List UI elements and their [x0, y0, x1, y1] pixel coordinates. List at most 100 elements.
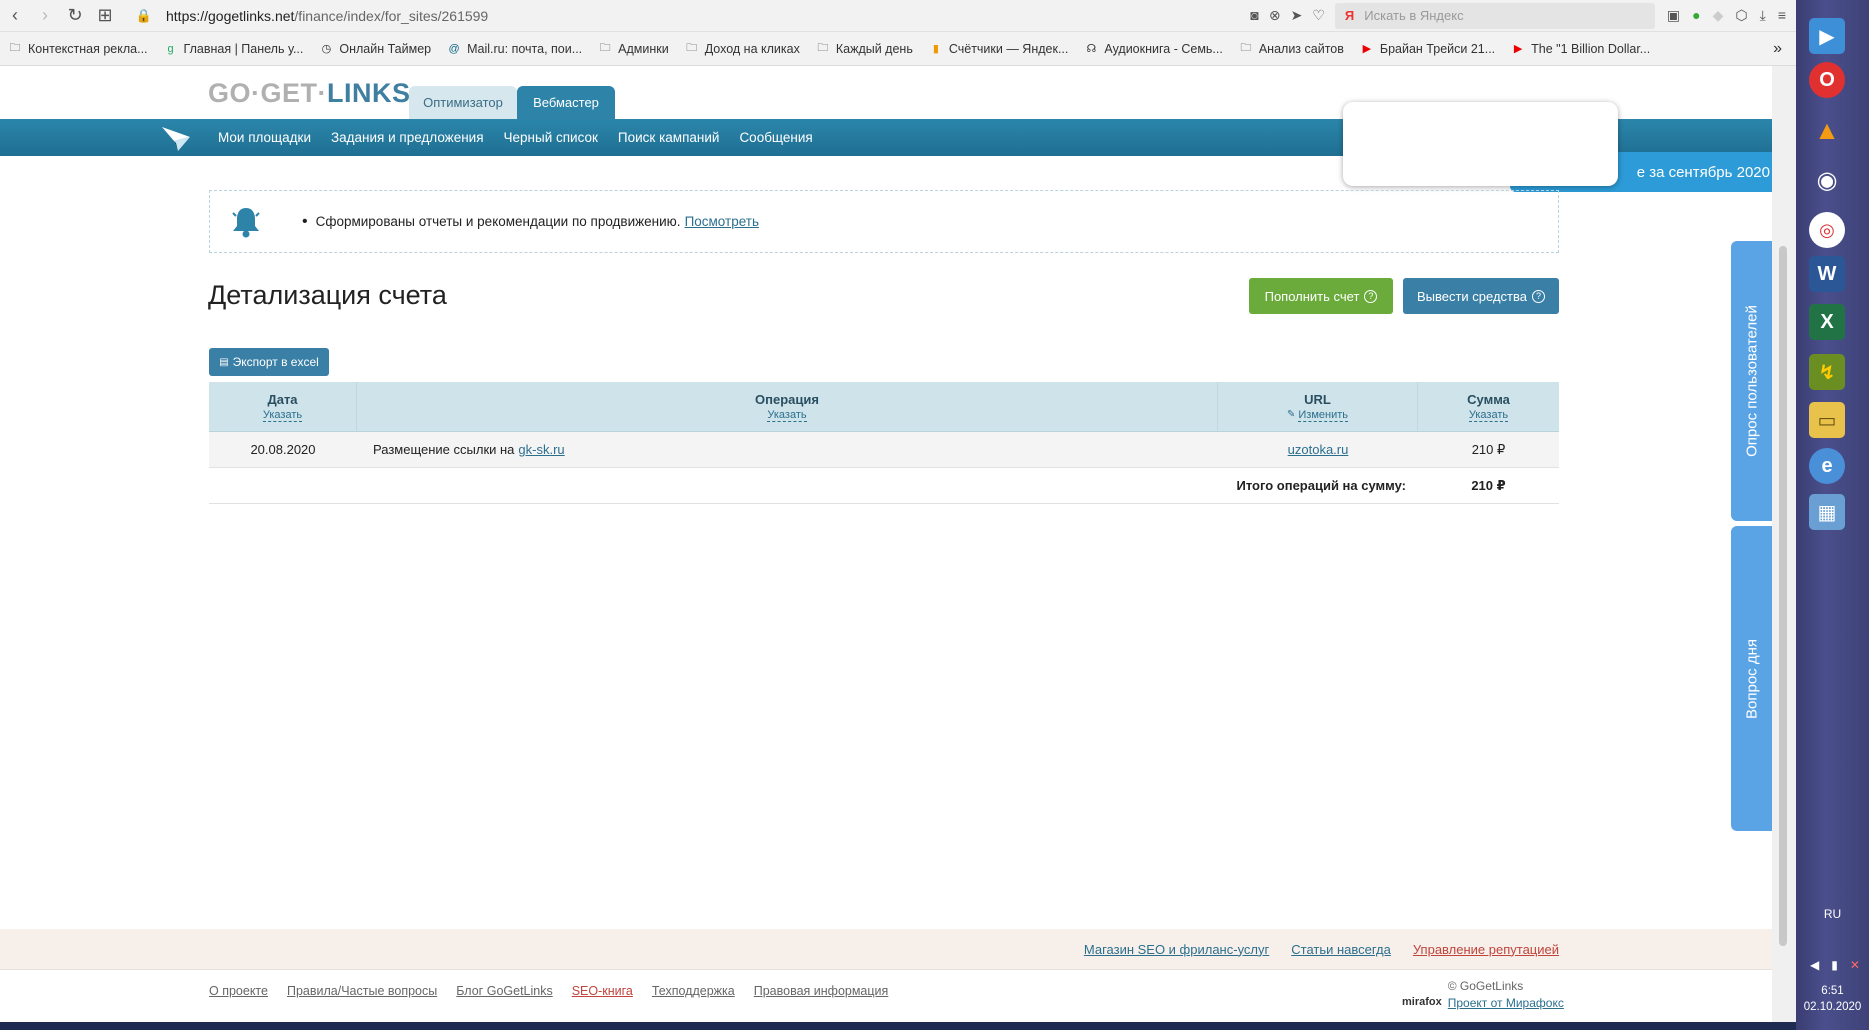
popup-card [1343, 102, 1618, 186]
url-path: /finance/index/for_sites/261599 [294, 7, 489, 24]
nav-item[interactable]: Сообщения [739, 130, 812, 145]
row-url-link[interactable]: uzotoka.ru [1288, 442, 1349, 457]
footer-link-support[interactable]: Техподдержка [652, 984, 735, 998]
ie-icon[interactable]: e [1809, 448, 1845, 484]
scrollbar-thumb[interactable] [1779, 246, 1787, 946]
bookmark-label: Главная | Панель у... [183, 41, 304, 56]
cube-icon[interactable]: ⬡ [1735, 7, 1747, 24]
forward-icon[interactable]: › [30, 0, 60, 32]
export-excel-button[interactable]: ▤ Экспорт в excel [209, 348, 329, 376]
notice-view-link[interactable]: Посмотреть [685, 214, 759, 229]
scrollbar[interactable] [1772, 66, 1796, 1030]
bookmark-item[interactable]: ◷ Онлайн Таймер [319, 42, 432, 56]
back-icon[interactable]: ‹ [0, 0, 30, 32]
page-title: Детализация счета [208, 280, 447, 310]
nav-item[interactable]: Мои площадки [218, 130, 311, 145]
bookmark-item[interactable]: 🗀 Админки [598, 42, 669, 56]
signal-icon[interactable]: ▮ [1831, 958, 1838, 972]
bookmark-item[interactable]: 🗀 Контекстная рекла... [8, 42, 148, 56]
network-icon[interactable]: ✕ [1850, 958, 1860, 972]
footer-link-seo-book[interactable]: SEO-книга [572, 984, 633, 998]
search-placeholder: Искать в Яндекс [1364, 8, 1464, 23]
computer-icon[interactable]: ▦ [1809, 494, 1845, 530]
bookmark-item[interactable]: 🗀 Анализ сайтов [1239, 42, 1344, 56]
chrome-icon[interactable]: ◎ [1809, 212, 1845, 248]
bookmarks-bar: 🗀 Контекстная рекла... g Главная | Панель у… [0, 32, 1796, 66]
bookmark-item[interactable]: 🗀 Каждый день [816, 42, 913, 56]
bookmark-item[interactable]: ☊ Аудиокнига - Семь... [1084, 42, 1222, 56]
reload-icon[interactable]: ↻ [60, 0, 90, 32]
help-icon: ? [1532, 289, 1546, 303]
row-date: 20.08.2020 [250, 442, 316, 457]
footer-link-legal[interactable]: Правовая информация [754, 984, 889, 998]
bookmark-item[interactable]: 🗀 Доход на кликах [685, 42, 800, 56]
nav-item[interactable]: Задания и предложения [331, 130, 484, 145]
mirafox-link[interactable]: Проект от Мирафокс [1448, 996, 1564, 1010]
bookmark-label: Счётчики — Яндек... [948, 41, 1069, 56]
lock-icon[interactable]: 🔒 [134, 8, 154, 24]
menu-icon[interactable]: ≡ [1778, 7, 1786, 24]
vlc-icon[interactable]: ▲ [1809, 112, 1845, 148]
bookmark-label: Mail.ru: почта, пои... [467, 41, 583, 56]
send-icon[interactable]: ➤ [1291, 7, 1303, 24]
language-indicator[interactable]: RU [1796, 907, 1869, 921]
search-input[interactable]: Я Искать в Яндекс [1334, 2, 1655, 29]
footer-reputation-link[interactable]: Управление репутацией [1413, 942, 1559, 957]
question-side-tab[interactable]: Вопрос дня [1731, 526, 1772, 831]
word-icon[interactable]: W [1809, 256, 1845, 292]
column-filter-link[interactable]: Указать [767, 409, 807, 422]
media-player-icon[interactable]: ▶ [1809, 18, 1845, 54]
column-edit-link[interactable]: Изменить [1298, 409, 1348, 422]
bookmark-item[interactable]: ▮ Счётчики — Яндек... [929, 42, 1069, 56]
withdraw-label: Вывести средства [1416, 288, 1528, 304]
clock-time: 6:51 [1821, 985, 1844, 997]
globe-icon[interactable]: ● [1692, 7, 1700, 24]
poll-side-tab[interactable]: Опрос пользователей [1731, 241, 1772, 521]
bookmark-item[interactable]: ▶ Брайан Трейси 21... [1360, 41, 1496, 56]
help-icon: ? [1364, 289, 1378, 303]
column-operation: Операция Указать [357, 382, 1218, 431]
site-logo[interactable]: GO·GET·LINKS [208, 78, 411, 109]
operation-site-link[interactable]: gk-sk.ru [518, 442, 564, 457]
deposit-label: Пополнить счет [1264, 288, 1360, 304]
footer-link-blog[interactable]: Блог GoGetLinks [456, 984, 552, 998]
folder-icon: 🗀 [686, 42, 698, 54]
app-icon[interactable]: ↯ [1809, 354, 1845, 390]
yandex-icon: Я [1344, 8, 1355, 23]
grid-icon[interactable]: ⊞ [90, 0, 120, 32]
footer-seo-shop-link[interactable]: Магазин SEO и фриланс-услуг [1084, 942, 1269, 957]
column-filter-link[interactable]: Указать [262, 409, 303, 422]
footer-link-rules[interactable]: Правила/Частые вопросы [287, 984, 437, 998]
headphones-icon: ☊ [1086, 43, 1097, 55]
nav-item[interactable]: Черный список [504, 130, 598, 145]
column-filter-link[interactable]: Указать [1468, 409, 1509, 422]
bookmark-label: Брайан Трейси 21... [1379, 41, 1496, 56]
youtube-icon: ▶ [1362, 43, 1372, 55]
nav-item[interactable]: Поиск кампаний [618, 130, 720, 145]
footer-articles-link[interactable]: Статьи навсегда [1291, 942, 1391, 957]
folder-icon[interactable]: ▭ [1809, 402, 1845, 438]
bookmark-item[interactable]: ▶ The "1 Billion Dollar... [1511, 42, 1650, 56]
metrika-icon: ▮ [932, 43, 939, 55]
withdraw-button[interactable]: Вывести средства ? [1403, 278, 1559, 314]
camera-icon[interactable]: ◙ [1250, 7, 1258, 24]
deposit-button[interactable]: Пополнить счет ? [1249, 278, 1393, 314]
download-icon[interactable]: ⤓ [1760, 7, 1766, 24]
bookmark-item[interactable]: g Главная | Панель у... [164, 41, 304, 56]
bookmark-item[interactable]: @ Mail.ru: почта, пои... [447, 41, 583, 56]
speaker-icon[interactable]: ◀ [1810, 958, 1819, 972]
extension-icon[interactable]: ▣ [1667, 7, 1680, 24]
heart-icon[interactable]: ♡ [1312, 7, 1325, 24]
address-bar[interactable]: https://gogetlinks.net/finance/index/for… [166, 8, 1250, 24]
eye-icon[interactable]: ◉ [1809, 162, 1845, 198]
excel-icon[interactable]: X [1809, 304, 1845, 340]
tab-webmaster[interactable]: Вебмастер [517, 86, 615, 119]
clock[interactable]: 6:51 02.10.2020 [1796, 983, 1869, 1015]
bookmarks-more-icon[interactable]: » [1773, 40, 1782, 58]
tab-optimizer[interactable]: Оптимизатор [409, 86, 517, 119]
block-icon[interactable]: ⊗ [1269, 7, 1281, 24]
wallet-icon[interactable]: ◆ [1713, 7, 1724, 24]
opera-icon[interactable]: O [1809, 62, 1845, 98]
bookmark-label: Анализ сайтов [1258, 41, 1344, 56]
footer-link-about[interactable]: О проекте [209, 984, 268, 998]
